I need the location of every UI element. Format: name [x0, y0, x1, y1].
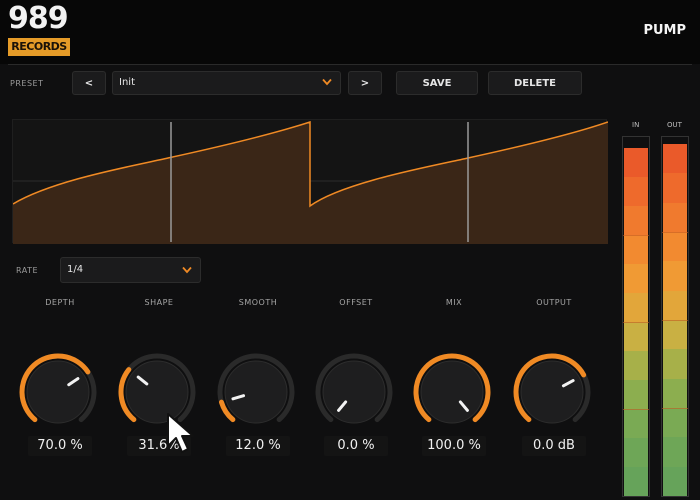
- knob-body: [322, 360, 386, 424]
- meter-segment: [624, 351, 648, 380]
- offset-label: OFFSET: [339, 298, 373, 307]
- depth-value[interactable]: 70.0 %: [28, 436, 92, 456]
- preset-dropdown[interactable]: Init: [112, 71, 341, 95]
- meter-divider: [623, 235, 649, 236]
- meter-segment: [663, 466, 687, 496]
- knob-body: [420, 360, 484, 424]
- chevron-down-icon: [322, 78, 332, 86]
- preset-name: Init: [119, 77, 135, 88]
- meter-segment: [624, 206, 648, 235]
- meter-segment: [663, 202, 687, 233]
- logo-number: 989: [8, 1, 69, 36]
- envelope-fill-2: [310, 122, 608, 244]
- rate-label: RATE: [16, 266, 39, 275]
- meter-segment: [624, 438, 648, 467]
- delete-button[interactable]: DELETE: [488, 71, 582, 95]
- meter-segment: [624, 467, 648, 496]
- meter-segment: [624, 177, 648, 206]
- meter-segment: [663, 408, 687, 438]
- next-preset-button[interactable]: >: [348, 71, 382, 95]
- meter-divider: [662, 232, 688, 233]
- meter-segment: [624, 322, 648, 351]
- mix-knob[interactable]: [412, 352, 496, 436]
- meter-segment: [663, 144, 687, 174]
- header-bar: 989 RECORDS PUMP: [0, 0, 700, 64]
- envelope-graph: [13, 120, 608, 244]
- output-label: OUTPUT: [536, 298, 572, 307]
- knob-graphic: [217, 353, 295, 424]
- header-divider: [8, 64, 692, 65]
- meter-segment: [663, 232, 687, 262]
- plugin-title: PUMP: [643, 23, 686, 38]
- output-knob[interactable]: [512, 352, 596, 436]
- smooth-label: SMOOTH: [238, 298, 278, 307]
- mix-value[interactable]: 100.0 %: [422, 436, 486, 456]
- meter-divider: [662, 320, 688, 321]
- meter-segment: [663, 437, 687, 468]
- knob-graphic: [315, 353, 393, 424]
- meter-segment: [624, 293, 648, 322]
- meter-divider: [662, 408, 688, 409]
- rate-value: 1/4: [67, 264, 84, 275]
- prev-preset-label: <: [84, 77, 94, 89]
- prev-preset-button[interactable]: <: [72, 71, 106, 95]
- depth-label: DEPTH: [45, 298, 75, 307]
- output-level-meter: [661, 136, 689, 497]
- logo-records: RECORDS: [8, 38, 70, 56]
- smooth-knob[interactable]: [216, 352, 300, 436]
- out-meter-label: OUT: [667, 121, 682, 129]
- chevron-down-icon: [182, 266, 192, 274]
- mouse-cursor-icon: [167, 413, 194, 453]
- offset-value[interactable]: 0.0 %: [324, 436, 388, 456]
- knob-body: [224, 360, 288, 424]
- mix-label: MIX: [445, 298, 463, 307]
- meter-divider: [623, 409, 649, 410]
- save-label: SAVE: [422, 77, 452, 89]
- knob-body: [26, 360, 90, 424]
- knob-graphic: [413, 353, 491, 424]
- meter-segment: [663, 173, 687, 204]
- knob-body: [520, 360, 584, 424]
- in-meter-label: IN: [632, 121, 640, 129]
- meter-segment: [663, 378, 687, 409]
- meter-segment: [663, 290, 687, 321]
- brand-logo: 989 RECORDS: [8, 4, 72, 60]
- meter-segment: [624, 235, 648, 264]
- shape-label: SHAPE: [144, 298, 174, 307]
- offset-knob[interactable]: [314, 352, 398, 436]
- envelope-fill-1: [13, 122, 310, 244]
- envelope-display[interactable]: [12, 119, 608, 244]
- input-level-meter: [622, 136, 650, 497]
- meter-segment: [663, 349, 687, 380]
- meter-segment: [624, 409, 648, 438]
- meter-divider: [623, 322, 649, 323]
- output-value[interactable]: 0.0 dB: [522, 436, 586, 456]
- knob-graphic: [513, 353, 591, 424]
- knob-graphic: [19, 353, 97, 424]
- preset-label: PRESET: [10, 79, 44, 88]
- save-button[interactable]: SAVE: [396, 71, 478, 95]
- next-preset-label: >: [360, 77, 370, 89]
- depth-knob[interactable]: [18, 352, 102, 436]
- smooth-value[interactable]: 12.0 %: [226, 436, 290, 456]
- delete-label: DELETE: [514, 77, 556, 89]
- meter-segment: [663, 261, 687, 292]
- meter-segment: [624, 148, 648, 177]
- meter-segment: [663, 320, 687, 350]
- meter-segment: [624, 264, 648, 293]
- rate-dropdown[interactable]: 1/4: [60, 257, 201, 283]
- meter-segment: [624, 380, 648, 409]
